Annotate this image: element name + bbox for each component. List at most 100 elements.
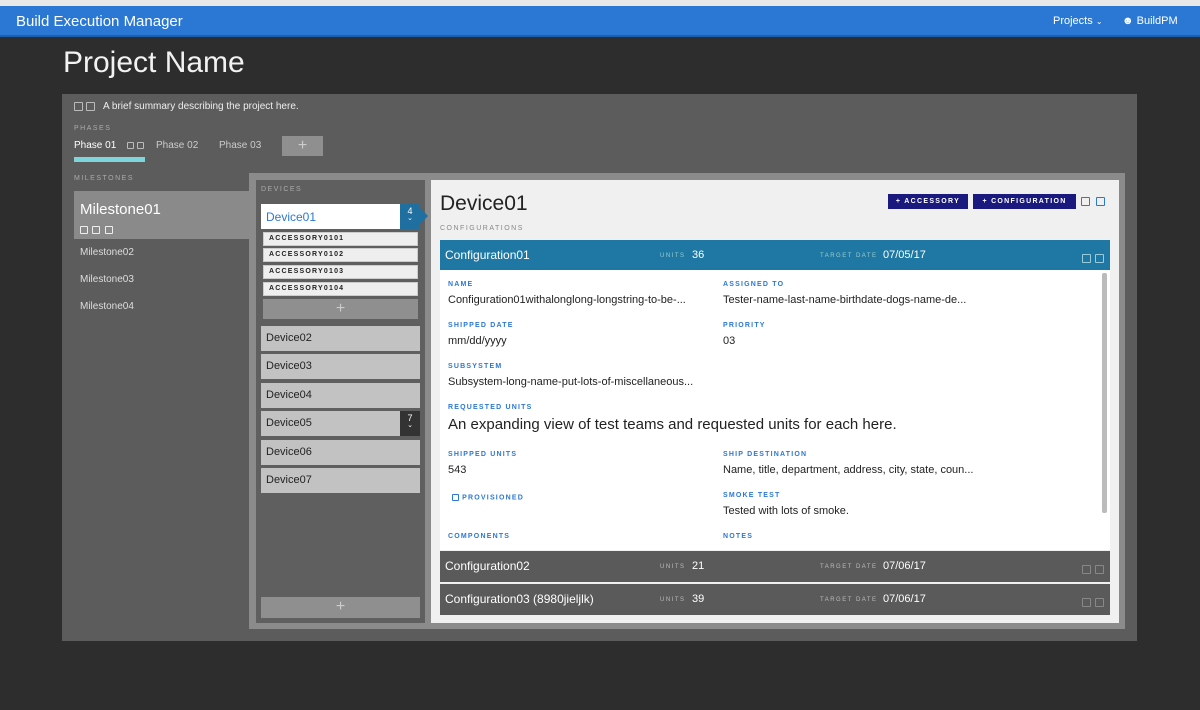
page-title: Project Name [63,46,245,79]
trash-icon[interactable] [1095,565,1104,575]
target-date-label: TARGET DATE [820,564,878,570]
config-name: Configuration01 [445,248,530,262]
devices-label: DEVICES [261,186,303,193]
requested-units-value: An expanding view of test teams and requ… [448,416,897,433]
milestone-item[interactable]: Milestone03 [80,274,134,285]
field-label: NOTES [723,533,754,540]
chevron-down-icon: ⌄ [407,215,413,222]
device-item[interactable]: Device06 [261,440,420,465]
active-tab-indicator [74,157,145,162]
edit-icon[interactable] [1081,565,1091,575]
user-icon: ☻ [1122,15,1134,27]
device-item-selected[interactable]: Device01 [261,204,400,229]
checkbox-checked-icon [452,494,459,501]
accessory-item[interactable]: ACCESSORY0104 [263,282,418,296]
device-count-badge[interactable]: 4 ⌄ [400,204,420,229]
units-value: 21 [692,560,705,572]
add-accessory-button[interactable]: + ACCESSORY [888,194,968,209]
shipped-units-value: 543 [448,464,467,476]
config-name: Configuration03 (8980jieljlk) [445,592,594,606]
device-item[interactable]: Device03 [261,354,420,379]
field-label: SHIPPED UNITS [448,451,518,458]
scrollbar[interactable] [1102,273,1107,513]
trash-icon[interactable] [1095,598,1104,608]
target-date-label: TARGET DATE [820,253,878,259]
field-label: REQUESTED UNITS [448,404,533,411]
tab-label: Phase 01 [74,140,117,151]
milestones-label: MILESTONES [74,175,134,182]
edit-icon[interactable] [80,225,88,234]
target-date-value: 07/05/17 [883,249,926,261]
edit-icon[interactable] [74,101,83,111]
projects-menu[interactable]: Projects ⌄ [1053,15,1103,27]
target-date-value: 07/06/17 [883,593,926,605]
assigned-value: Tester-name-last-name-birthdate-dogs-nam… [723,294,967,306]
accessory-item[interactable]: ACCESSORY0101 [263,232,418,246]
device-item[interactable]: Device05 [261,411,420,436]
field-label: SHIPPED DATE [448,322,514,329]
edit-icon[interactable] [1081,254,1091,264]
device-item[interactable]: Device07 [261,468,420,493]
add-configuration-button[interactable]: + CONFIGURATION [973,194,1076,209]
user-name: BuildPM [1136,15,1178,27]
target-date-value: 07/06/17 [883,560,926,572]
configuration-header[interactable]: Configuration02 UNITS 21 TARGET DATE 07/… [440,551,1110,582]
trash-icon[interactable] [136,141,144,149]
add-phase-button[interactable]: + [282,136,323,156]
units-label: UNITS [660,597,686,603]
provisioned-checkbox[interactable]: PROVISIONED [452,494,524,501]
subsystem-value: Subsystem-long-name-put-lots-of-miscella… [448,376,694,388]
chevron-down-icon: ⌄ [407,422,413,429]
configuration-header-active[interactable]: Configuration01 UNITS 36 TARGET DATE 07/… [440,240,1110,271]
name-value: Configuration01withalonglong-longstring-… [448,294,686,306]
tab-phase-03[interactable]: Phase 03 [219,140,261,151]
field-label: ASSIGNED TO [723,281,785,288]
units-value: 39 [692,593,705,605]
user-menu[interactable]: ☻ BuildPM [1122,15,1178,27]
milestone-item[interactable]: Milestone02 [80,247,134,258]
device-count-badge[interactable]: 7 ⌄ [400,411,420,436]
field-label: NAME [448,281,474,288]
units-value: 36 [692,249,705,261]
configuration-details: NAME Configuration01withalonglong-longstr… [440,270,1110,550]
phases-label: PHASES [74,125,112,132]
field-label: SHIP DESTINATION [723,451,808,458]
chevron-down-icon: ⌄ [1095,17,1103,26]
app-header: Build Execution Manager Projects ⌄ ☻ Bui… [0,6,1200,37]
summary-text: A brief summary describing the project h… [103,101,299,112]
milestone-label: Milestone01 [80,201,161,218]
device-item[interactable]: Device02 [261,326,420,351]
trash-icon[interactable] [1096,197,1105,206]
project-summary: A brief summary describing the project h… [74,101,299,112]
add-accessory-button[interactable]: + [263,299,418,319]
configuration-header[interactable]: Configuration03 (8980jieljlk) UNITS 39 T… [440,584,1110,615]
app-title[interactable]: Build Execution Manager [16,13,183,30]
device-title: Device01 [440,192,528,215]
destination-value: Name, title, department, address, city, … [723,464,974,476]
edit-icon[interactable] [1081,197,1090,206]
trash-icon[interactable] [85,101,95,111]
provisioned-label: PROVISIONED [462,494,524,502]
milestone-item[interactable]: Milestone04 [80,301,134,312]
tab-phase-01[interactable]: Phase 01 [74,140,144,151]
edit-icon[interactable] [127,141,135,149]
tab-phase-02[interactable]: Phase 02 [156,140,198,151]
field-label: PRIORITY [723,322,766,329]
target-date-label: TARGET DATE [820,597,878,603]
add-device-button[interactable]: + [261,597,420,618]
milestone-item-selected[interactable]: Milestone01 [74,191,250,239]
copy-icon[interactable] [92,225,101,234]
trash-icon[interactable] [1095,254,1104,264]
projects-label: Projects [1053,15,1093,27]
accessory-item[interactable]: ACCESSORY0102 [263,248,418,262]
edit-icon[interactable] [1081,598,1091,608]
trash-icon[interactable] [104,225,113,234]
priority-value: 03 [723,335,736,347]
field-label: COMPONENTS [448,533,511,540]
shipped-date-value: mm/dd/yyyy [448,335,507,347]
field-label: SMOKE TEST [723,492,781,499]
configurations-label: CONFIGURATIONS [440,225,524,232]
config-name: Configuration02 [445,559,530,573]
device-item[interactable]: Device04 [261,383,420,408]
accessory-item[interactable]: ACCESSORY0103 [263,265,418,279]
